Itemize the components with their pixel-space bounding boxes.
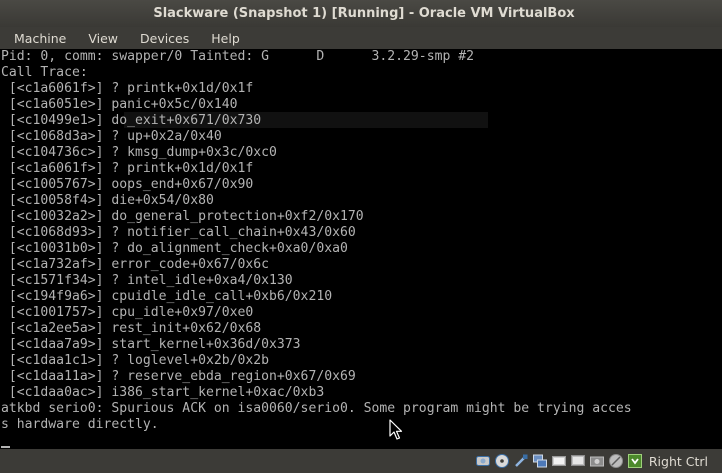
console-line: [<c1005767>] oops_end+0x67/0x90 <box>1 177 254 192</box>
console-line: [<c1068d93>] ? notifier_call_chain+0x43/… <box>1 225 356 240</box>
console-line: [<c1068d3a>] ? up+0x2a/0x40 <box>1 129 222 144</box>
console-line: [<c194f9a6>] cpuidle_idle_call+0xb6/0x21… <box>1 289 333 304</box>
menu-help[interactable]: Help <box>198 31 249 46</box>
hard-disk-icon[interactable] <box>475 453 491 469</box>
virtualbox-window: Slackware (Snapshot 1) [Running] - Oracl… <box>0 0 722 473</box>
console-line: [<c1a2ee5a>] rest_init+0x62/0x68 <box>1 321 262 336</box>
window-title: Slackware (Snapshot 1) [Running] - Oracl… <box>153 6 575 21</box>
mouse-integration-icon[interactable] <box>608 453 624 469</box>
console-line: [<c1a6061f>] ? printk+0x1d/0x1f <box>1 161 254 176</box>
console-line: [<c1001757>] cpu_idle+0x97/0xe0 <box>1 305 254 320</box>
optical-drive-icon[interactable] <box>494 453 510 469</box>
menu-view[interactable]: View <box>75 31 127 46</box>
keyboard-capture-icon[interactable] <box>627 453 643 469</box>
menu-machine[interactable]: Machine <box>0 31 75 46</box>
console-line: [<c1daa7a9>] start_kernel+0x36d/0x373 <box>1 337 301 352</box>
console-line: [<c10499e1>] do_exit+0x671/0x730 <box>1 113 262 128</box>
vm-console-screen[interactable]: Pid: 0, comm: swapper/0 Tainted: G D 3.2… <box>0 49 722 449</box>
title-bar[interactable]: Slackware (Snapshot 1) [Running] - Oracl… <box>0 0 722 27</box>
host-key-label: Right Ctrl <box>648 453 708 469</box>
console-line: [<c10032a2>] do_general_protection+0xf2/… <box>1 209 364 224</box>
console-line: [<c1a6051e>] panic+0x5c/0x140 <box>1 97 238 112</box>
network-icon[interactable] <box>532 453 548 469</box>
text-cursor <box>1 446 10 448</box>
shared-folders-icon[interactable] <box>551 453 567 469</box>
menu-devices[interactable]: Devices <box>127 31 198 46</box>
menu-bar: Machine View Devices Help <box>0 27 722 49</box>
console-line: s hardware directly. <box>1 417 159 432</box>
console-line: [<c104736c>] ? kmsg_dump+0x3c/0xc0 <box>1 145 277 160</box>
console-line: Call Trace: <box>1 65 88 80</box>
console-line: [<c1571f34>] ? intel_idle+0xa4/0x130 <box>1 273 293 288</box>
console-line: Pid: 0, comm: swapper/0 Tainted: G D 3.2… <box>1 49 474 64</box>
console-line: atkbd serio0: Spurious ACK on isa0060/se… <box>1 401 632 416</box>
mouse-pointer-icon <box>389 419 403 440</box>
console-line: [<c1daa0ac>] i386_start_kernel+0xac/0xb3 <box>1 385 325 400</box>
console-line: [<c1daa11a>] ? reserve_ebda_region+0x67/… <box>1 369 356 384</box>
console-line: [<c10058f4>] die+0x54/0x80 <box>1 193 214 208</box>
status-bar: Right Ctrl <box>0 449 722 473</box>
display-icon[interactable] <box>570 453 586 469</box>
usb-icon[interactable] <box>513 453 529 469</box>
video-capture-icon[interactable] <box>589 453 605 469</box>
console-line: [<c1daa1c1>] ? loglevel+0x2b/0x2b <box>1 353 270 368</box>
console-line: [<c1a6061f>] ? printk+0x1d/0x1f <box>1 81 254 96</box>
console-line: [<c1a732af>] error_code+0x67/0x6c <box>1 257 270 272</box>
console-line: [<c10031b0>] ? do_alignment_check+0xa0/0… <box>1 241 348 256</box>
